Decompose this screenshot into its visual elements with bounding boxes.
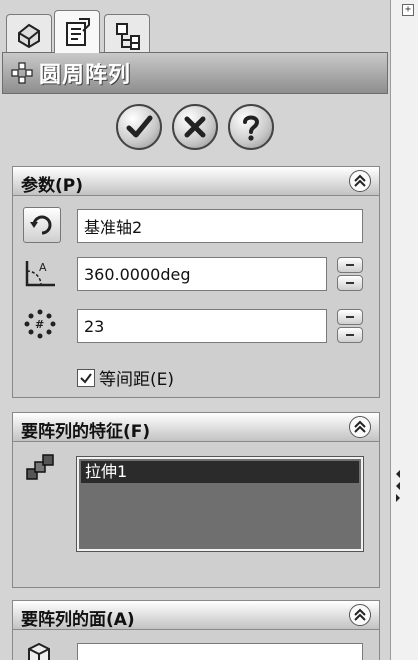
checkmark-icon <box>80 372 92 384</box>
property-manager-icon <box>66 18 90 46</box>
svg-text:A: A <box>39 261 47 274</box>
ok-button[interactable] <box>116 104 162 150</box>
graphics-area-edge <box>391 0 418 660</box>
collapse-features-button[interactable] <box>349 416 371 438</box>
angle-decrease-button[interactable] <box>337 275 363 291</box>
angle-value: 360.0000deg <box>84 264 191 284</box>
equal-spacing-checkbox[interactable] <box>77 368 95 387</box>
feature-title: 圆周阵列 <box>39 63 132 88</box>
angle-spinner[interactable] <box>337 257 363 291</box>
double-chevron-up-icon <box>354 608 366 621</box>
features-icon <box>26 454 54 480</box>
list-item[interactable]: 拉伸1 <box>81 461 359 483</box>
configuration-manager-icon <box>116 23 140 50</box>
question-mark-icon <box>243 115 260 141</box>
cancel-button[interactable] <box>172 104 218 150</box>
faces-list[interactable] <box>77 643 363 660</box>
face-icon <box>28 642 50 660</box>
parameters-group-title: 参数(P) <box>21 176 83 196</box>
collapse-faces-button[interactable] <box>349 604 371 626</box>
pattern-axis-value: 基准轴2 <box>84 218 143 237</box>
angle-field[interactable]: 360.0000deg <box>77 257 327 291</box>
angle-icon: A <box>25 261 55 287</box>
collapse-parameters-button[interactable] <box>349 170 371 192</box>
features-to-pattern-group: 要阵列的特征(F) 拉伸1 <box>12 412 380 588</box>
instances-decrease-button[interactable] <box>337 327 363 343</box>
svg-text:#: # <box>35 318 44 331</box>
reverse-direction-button[interactable] <box>23 207 61 243</box>
instances-spinner[interactable] <box>337 309 363 343</box>
parameters-group-header[interactable]: 参数(P) <box>13 167 379 196</box>
panel-splitter-arrows-icon[interactable] <box>395 468 401 508</box>
feature-tree-icon <box>18 23 40 49</box>
help-button[interactable] <box>228 104 274 150</box>
features-group-title: 要阵列的特征(F) <box>21 422 151 442</box>
close-icon <box>184 116 206 138</box>
pattern-axis-field[interactable]: 基准轴2 <box>77 209 363 243</box>
expand-tree-icon[interactable]: + <box>402 4 414 16</box>
checkmark-icon <box>126 115 153 138</box>
features-group-header[interactable]: 要阵列的特征(F) <box>13 413 379 442</box>
faces-group-title: 要阵列的面(A) <box>21 610 135 630</box>
faces-to-pattern-group: 要阵列的面(A) <box>12 600 380 660</box>
reverse-direction-icon <box>30 215 52 235</box>
panel-tabs <box>6 10 386 53</box>
double-chevron-up-icon <box>354 420 366 433</box>
instances-icon: # <box>24 309 56 339</box>
equal-spacing-label: 等间距(E) <box>99 370 175 390</box>
parameters-group: 参数(P) 基准轴2 A 360.0000deg # 23 等间距(E) <box>12 166 380 398</box>
equal-spacing-option[interactable]: 等间距(E) <box>77 365 174 390</box>
tab-configuration-manager[interactable] <box>104 14 150 52</box>
feature-title-bar: 圆周阵列 <box>2 52 388 94</box>
instances-field[interactable]: 23 <box>77 309 327 343</box>
tab-feature-tree[interactable] <box>6 14 52 52</box>
faces-group-header[interactable]: 要阵列的面(A) <box>13 601 379 630</box>
action-buttons <box>0 104 390 152</box>
instances-value: 23 <box>84 316 105 336</box>
property-manager-panel: 圆周阵列 参数(P) 基准轴2 A 360.0000deg # 23 等间距(E… <box>0 0 391 660</box>
circular-pattern-icon <box>11 62 33 84</box>
features-list[interactable]: 拉伸1 <box>77 457 363 551</box>
instances-increase-button[interactable] <box>337 309 363 325</box>
double-chevron-up-icon <box>354 174 366 187</box>
angle-increase-button[interactable] <box>337 257 363 273</box>
tab-property-manager[interactable] <box>54 10 100 53</box>
